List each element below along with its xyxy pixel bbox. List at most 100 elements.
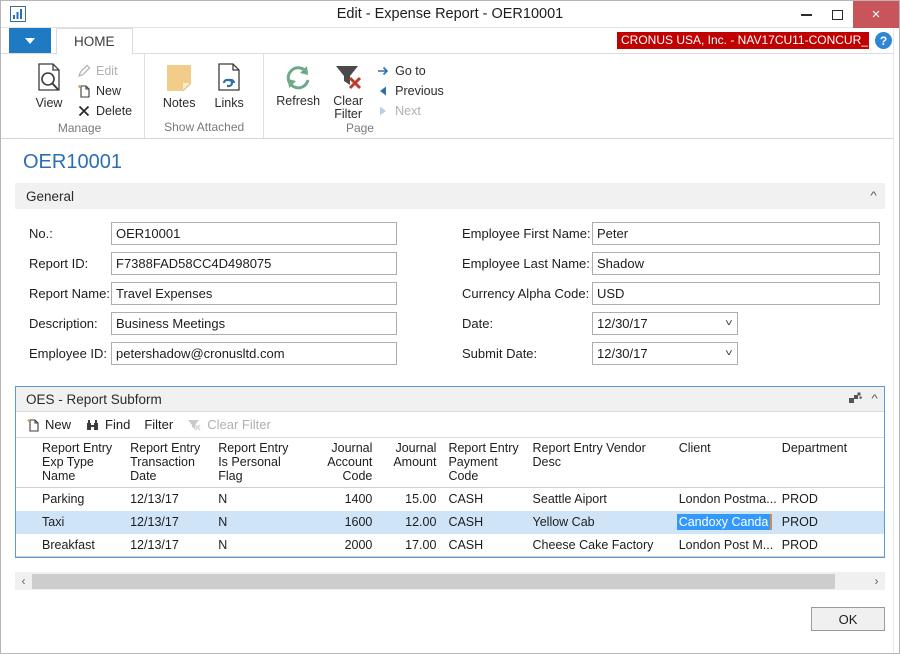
edit-button[interactable]: Edit: [74, 61, 135, 81]
ribbon-group-page-label: Page: [273, 121, 447, 137]
cell-journal-account-code[interactable]: 1400: [302, 488, 378, 511]
field-employee-id-input[interactable]: petershadow@cronusltd.com: [111, 342, 397, 365]
maximize-icon: [832, 10, 843, 20]
cell-payment-code[interactable]: CASH: [442, 488, 526, 511]
column-header-transaction-date[interactable]: Report Entry Transaction Date: [124, 438, 212, 488]
subform-title: OES - Report Subform: [26, 392, 162, 407]
view-button-label: View: [36, 97, 63, 110]
chevron-up-icon[interactable]: ^: [870, 190, 876, 202]
minimize-button[interactable]: [791, 1, 822, 28]
table-row[interactable]: Breakfast 12/13/17 N 2000 17.00 CASH Che…: [16, 534, 884, 557]
cell-payment-code[interactable]: CASH: [442, 534, 526, 557]
column-header-journal-account-code[interactable]: Journal Account Code: [302, 438, 378, 488]
table-row[interactable]: Taxi 12/13/17 N 1600 12.00 CASH Yellow C…: [16, 511, 884, 534]
cell-transaction-date[interactable]: 12/13/17: [124, 511, 212, 534]
column-header-client[interactable]: Client: [673, 438, 776, 488]
cell-department[interactable]: PROD: [776, 534, 884, 557]
field-date-input[interactable]: 12/30/17 ˅: [592, 312, 738, 335]
window-controls: ×: [791, 1, 899, 28]
cell-journal-account-code[interactable]: 2000: [302, 534, 378, 557]
chevron-up-icon[interactable]: ^: [871, 393, 877, 405]
cell-client-selected[interactable]: Candoxy Canda: [673, 511, 776, 534]
cell-journal-amount[interactable]: 17.00: [378, 534, 442, 557]
field-date-label: Date:: [462, 316, 592, 331]
cell-transaction-date[interactable]: 12/13/17: [124, 534, 212, 557]
fasttab-general-header[interactable]: General ^: [15, 183, 885, 209]
chevron-left-icon[interactable]: ‹: [15, 574, 32, 588]
tab-home[interactable]: HOME: [56, 28, 133, 55]
cell-is-personal-flag[interactable]: N: [212, 511, 302, 534]
cell-payment-code[interactable]: CASH: [442, 511, 526, 534]
cell-department[interactable]: PROD: [776, 488, 884, 511]
field-employee-last-name-input[interactable]: Shadow: [592, 252, 880, 275]
subform-find-button[interactable]: Find: [85, 417, 130, 432]
cell-exp-type-name[interactable]: Taxi: [16, 511, 124, 534]
subform-clear-filter-button[interactable]: Clear Filter: [187, 417, 271, 432]
cell-journal-amount[interactable]: 15.00: [378, 488, 442, 511]
cell-vendor-desc[interactable]: Cheese Cake Factory: [527, 534, 673, 557]
refresh-button[interactable]: Refresh: [273, 57, 323, 108]
cell-vendor-desc[interactable]: Seattle Aiport: [527, 488, 673, 511]
field-report-name: Report Name: Travel Expenses: [15, 280, 450, 306]
configure-dots-icon[interactable]: [848, 392, 863, 407]
cell-transaction-date[interactable]: 12/13/17: [124, 488, 212, 511]
column-header-exp-type-name[interactable]: Report Entry Exp Type Name: [16, 438, 124, 488]
cell-client[interactable]: London Postma...: [673, 488, 776, 511]
horizontal-scrollbar[interactable]: ‹ ›: [15, 572, 885, 590]
ribbon-tabstrip: HOME CRONUS USA, Inc. - NAV17CU11-CONCUR…: [1, 28, 899, 54]
cell-is-personal-flag[interactable]: N: [212, 488, 302, 511]
quick-access-dropdown-button[interactable]: [9, 28, 51, 53]
chevron-right-icon[interactable]: ›: [868, 574, 885, 588]
notes-button[interactable]: Notes: [154, 57, 204, 110]
field-employee-last-name: Employee Last Name: Shadow: [462, 250, 885, 276]
clear-filter-button[interactable]: Clear Filter: [323, 57, 373, 121]
cell-journal-account-code[interactable]: 1600: [302, 511, 378, 534]
field-report-name-label: Report Name:: [15, 286, 111, 301]
delete-button[interactable]: Delete: [74, 101, 135, 121]
field-submit-date: Submit Date: 12/30/17 ˅: [462, 340, 885, 366]
pencil-icon: [77, 64, 91, 78]
field-no-input[interactable]: OER10001: [111, 222, 397, 245]
cell-is-personal-flag[interactable]: N: [212, 534, 302, 557]
cell-exp-type-name[interactable]: Parking: [16, 488, 124, 511]
cell-department[interactable]: PROD: [776, 511, 884, 534]
view-button[interactable]: View: [24, 57, 74, 110]
column-header-is-personal-flag[interactable]: Report Entry Is Personal Flag: [212, 438, 302, 488]
scrollbar-thumb[interactable]: [32, 574, 835, 589]
cell-vendor-desc[interactable]: Yellow Cab: [527, 511, 673, 534]
help-icon[interactable]: ?: [875, 32, 892, 49]
column-header-department[interactable]: Department: [776, 438, 884, 488]
subform-new-button[interactable]: New: [26, 417, 71, 432]
ribbon: View Edit: [1, 54, 899, 139]
previous-button[interactable]: Previous: [373, 81, 447, 101]
next-button[interactable]: Next: [373, 101, 447, 121]
scrollbar-track[interactable]: [32, 574, 868, 589]
column-header-journal-amount[interactable]: Journal Amount: [378, 438, 442, 488]
links-icon: [212, 61, 246, 95]
go-to-button[interactable]: Go to: [373, 61, 447, 81]
links-button[interactable]: Links: [204, 57, 254, 110]
column-header-payment-code[interactable]: Report Entry Payment Code: [442, 438, 526, 488]
field-employee-first-name-input[interactable]: Peter: [592, 222, 880, 245]
maximize-button[interactable]: [822, 1, 853, 28]
subform-filter-button[interactable]: Filter: [144, 417, 173, 432]
field-description-input[interactable]: Business Meetings: [111, 312, 397, 335]
cell-journal-amount[interactable]: 12.00: [378, 511, 442, 534]
field-report-name-input[interactable]: Travel Expenses: [111, 282, 397, 305]
field-employee-first-name: Employee First Name: Peter: [462, 220, 885, 246]
field-employee-id-label: Employee ID:: [15, 346, 111, 361]
cell-exp-type-name[interactable]: Breakfast: [16, 534, 124, 557]
field-submit-date-input[interactable]: 12/30/17 ˅: [592, 342, 738, 365]
cell-client[interactable]: London Post M...: [673, 534, 776, 557]
column-header-vendor-desc[interactable]: Report Entry Vendor Desc: [527, 438, 673, 488]
field-currency-alpha-code-input[interactable]: USD: [592, 282, 880, 305]
ok-button[interactable]: OK: [811, 607, 885, 631]
chevron-down-icon[interactable]: ˅: [725, 318, 733, 329]
close-button[interactable]: ×: [853, 1, 899, 28]
chevron-down-icon[interactable]: ˅: [725, 348, 733, 359]
table-row[interactable]: Parking 12/13/17 N 1400 15.00 CASH Seatt…: [16, 488, 884, 511]
page-title: OER10001: [15, 139, 885, 183]
field-report-id-input[interactable]: F7388FAD58CC4D498075: [111, 252, 397, 275]
new-button[interactable]: New: [74, 81, 135, 101]
field-date: Date: 12/30/17 ˅: [462, 310, 885, 336]
